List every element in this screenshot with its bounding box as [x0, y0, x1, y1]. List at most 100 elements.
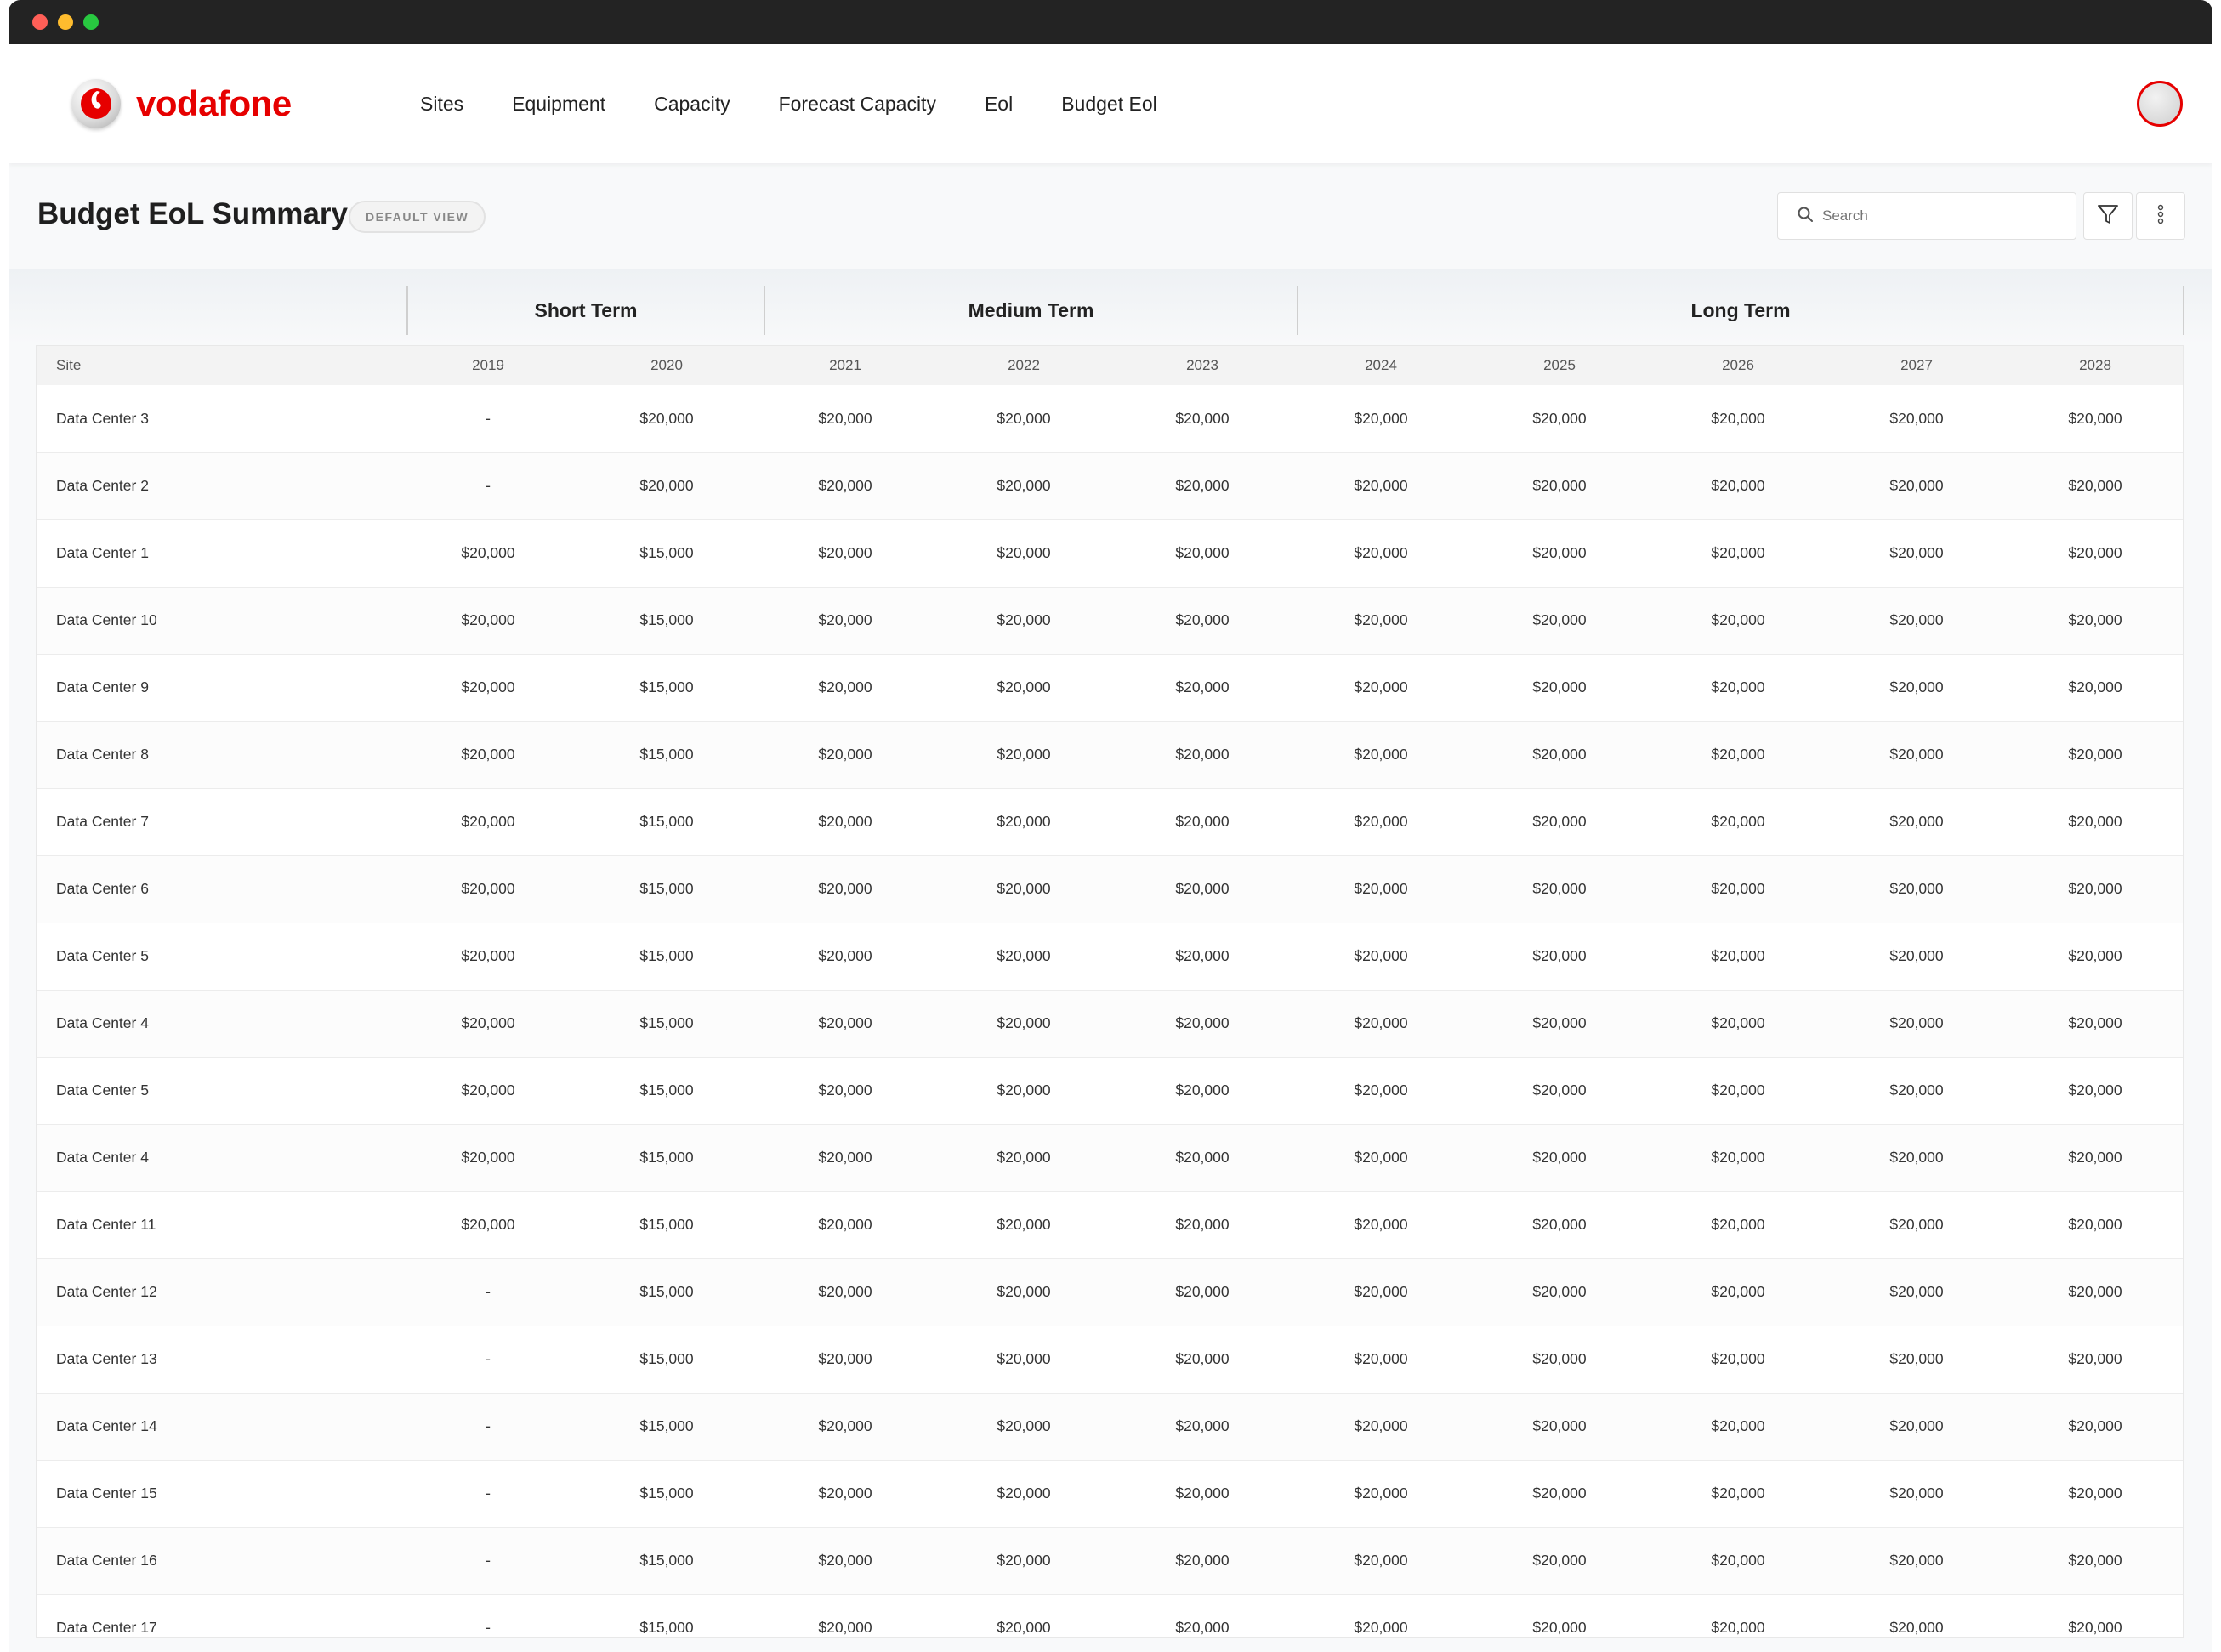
group-long-term: Long Term — [1297, 286, 2183, 335]
table-row[interactable]: Data Center 2-$20,000$20,000$20,000$20,0… — [37, 452, 2184, 519]
budget-value-cell: $20,000 — [2006, 990, 2184, 1057]
top-navbar: vodafone Sites Equipment Capacity Foreca… — [9, 44, 2212, 163]
budget-value-cell: $20,000 — [1113, 519, 1292, 587]
column-header-year[interactable]: 2021 — [756, 346, 934, 385]
budget-value-cell: $20,000 — [1827, 788, 2006, 855]
budget-value-cell: $20,000 — [756, 1594, 934, 1638]
table-row[interactable]: Data Center 7$20,000$15,000$20,000$20,00… — [37, 788, 2184, 855]
site-name-cell: Data Center 13 — [37, 1326, 399, 1393]
budget-value-cell: $20,000 — [1649, 721, 1827, 788]
budget-value-cell: $20,000 — [1827, 1460, 2006, 1527]
column-header-year[interactable]: 2027 — [1827, 346, 2006, 385]
column-header-year[interactable]: 2019 — [399, 346, 577, 385]
more-vertical-icon — [2156, 202, 2165, 230]
budget-value-cell: $20,000 — [1827, 1057, 2006, 1124]
table-row[interactable]: Data Center 11$20,000$15,000$20,000$20,0… — [37, 1191, 2184, 1258]
column-header-year[interactable]: 2024 — [1292, 346, 1470, 385]
budget-value-cell: $20,000 — [1470, 1258, 1649, 1326]
budget-value-cell: $20,000 — [1292, 385, 1470, 452]
budget-value-cell: $20,000 — [1113, 452, 1292, 519]
table-row[interactable]: Data Center 16-$15,000$20,000$20,000$20,… — [37, 1527, 2184, 1594]
default-view-badge[interactable]: DEFAULT VIEW — [349, 201, 486, 233]
nav-item-budget-eol[interactable]: Budget Eol — [1061, 93, 1157, 116]
budget-value-cell: $20,000 — [2006, 788, 2184, 855]
table-row[interactable]: Data Center 4$20,000$15,000$20,000$20,00… — [37, 990, 2184, 1057]
budget-value-cell: $20,000 — [1649, 855, 1827, 923]
filter-button[interactable] — [2083, 192, 2133, 240]
brand-logo[interactable]: vodafone — [71, 78, 292, 129]
budget-value-cell: $20,000 — [1113, 1594, 1292, 1638]
user-avatar[interactable] — [2137, 81, 2183, 127]
group-divider-end — [2183, 286, 2184, 335]
budget-value-cell: $20,000 — [934, 721, 1113, 788]
budget-value-cell: $20,000 — [1470, 1460, 1649, 1527]
column-header-year[interactable]: 2023 — [1113, 346, 1292, 385]
table-row[interactable]: Data Center 12-$15,000$20,000$20,000$20,… — [37, 1258, 2184, 1326]
budget-value-cell: $20,000 — [1470, 788, 1649, 855]
budget-value-cell: $15,000 — [577, 1191, 756, 1258]
budget-value-cell: $20,000 — [1827, 452, 2006, 519]
table-row[interactable]: Data Center 14-$15,000$20,000$20,000$20,… — [37, 1393, 2184, 1460]
budget-value-cell: $20,000 — [934, 923, 1113, 990]
budget-value-cell: $20,000 — [2006, 721, 2184, 788]
budget-value-cell: $20,000 — [756, 1527, 934, 1594]
column-header-site[interactable]: Site — [37, 346, 399, 385]
budget-value-cell: $20,000 — [934, 587, 1113, 654]
budget-value-cell: $20,000 — [1649, 1527, 1827, 1594]
budget-value-cell: $20,000 — [1470, 1191, 1649, 1258]
table-row[interactable]: Data Center 5$20,000$15,000$20,000$20,00… — [37, 923, 2184, 990]
budget-value-cell: $20,000 — [1292, 1326, 1470, 1393]
table-row[interactable]: Data Center 4$20,000$15,000$20,000$20,00… — [37, 1124, 2184, 1191]
budget-value-cell: $20,000 — [1470, 1527, 1649, 1594]
budget-value-cell: $20,000 — [1827, 1594, 2006, 1638]
table-row[interactable]: Data Center 8$20,000$15,000$20,000$20,00… — [37, 721, 2184, 788]
budget-value-cell: $20,000 — [1113, 923, 1292, 990]
search-box[interactable] — [1777, 192, 2076, 240]
budget-value-cell: $20,000 — [934, 1460, 1113, 1527]
budget-value-cell: $20,000 — [756, 923, 934, 990]
window-maximize-button[interactable] — [83, 14, 99, 30]
budget-value-cell: $20,000 — [1649, 654, 1827, 721]
table-row[interactable]: Data Center 10$20,000$15,000$20,000$20,0… — [37, 587, 2184, 654]
table-body: Data Center 3-$20,000$20,000$20,000$20,0… — [37, 385, 2184, 1638]
nav-item-eol[interactable]: Eol — [985, 93, 1013, 116]
budget-value-cell: $20,000 — [756, 1124, 934, 1191]
column-header-year[interactable]: 2026 — [1649, 346, 1827, 385]
budget-value-cell: $20,000 — [1292, 1393, 1470, 1460]
budget-value-cell: $20,000 — [1292, 1191, 1470, 1258]
table-row[interactable]: Data Center 15-$15,000$20,000$20,000$20,… — [37, 1460, 2184, 1527]
table-row[interactable]: Data Center 9$20,000$15,000$20,000$20,00… — [37, 654, 2184, 721]
table-row[interactable]: Data Center 17-$15,000$20,000$20,000$20,… — [37, 1594, 2184, 1638]
budget-value-cell: $20,000 — [934, 990, 1113, 1057]
budget-value-cell: $20,000 — [399, 519, 577, 587]
column-header-year[interactable]: 2025 — [1470, 346, 1649, 385]
table-row[interactable]: Data Center 13-$15,000$20,000$20,000$20,… — [37, 1326, 2184, 1393]
window-close-button[interactable] — [32, 14, 48, 30]
nav-item-capacity[interactable]: Capacity — [654, 93, 730, 116]
table-row[interactable]: Data Center 3-$20,000$20,000$20,000$20,0… — [37, 385, 2184, 452]
budget-value-cell: $20,000 — [1649, 452, 1827, 519]
budget-value-cell: $15,000 — [577, 1124, 756, 1191]
more-options-button[interactable] — [2136, 192, 2185, 240]
nav-item-sites[interactable]: Sites — [420, 93, 463, 116]
table-row[interactable]: Data Center 5$20,000$15,000$20,000$20,00… — [37, 1057, 2184, 1124]
window-minimize-button[interactable] — [58, 14, 73, 30]
budget-value-cell: $20,000 — [1292, 1057, 1470, 1124]
column-header-year[interactable]: 2020 — [577, 346, 756, 385]
budget-value-cell: $20,000 — [399, 1191, 577, 1258]
budget-value-cell: $20,000 — [756, 855, 934, 923]
table-row[interactable]: Data Center 6$20,000$15,000$20,000$20,00… — [37, 855, 2184, 923]
budget-value-cell: $20,000 — [1292, 721, 1470, 788]
budget-value-cell: $20,000 — [1470, 587, 1649, 654]
budget-value-cell: $20,000 — [934, 452, 1113, 519]
budget-value-cell: $15,000 — [577, 1460, 756, 1527]
column-header-year[interactable]: 2022 — [934, 346, 1113, 385]
budget-value-cell: $20,000 — [1649, 1594, 1827, 1638]
budget-value-cell: $20,000 — [1827, 721, 2006, 788]
nav-item-forecast-capacity[interactable]: Forecast Capacity — [779, 93, 936, 116]
budget-value-cell: $20,000 — [1470, 654, 1649, 721]
search-input[interactable] — [1822, 207, 2060, 224]
nav-item-equipment[interactable]: Equipment — [512, 93, 605, 116]
column-header-year[interactable]: 2028 — [2006, 346, 2184, 385]
table-row[interactable]: Data Center 1$20,000$15,000$20,000$20,00… — [37, 519, 2184, 587]
